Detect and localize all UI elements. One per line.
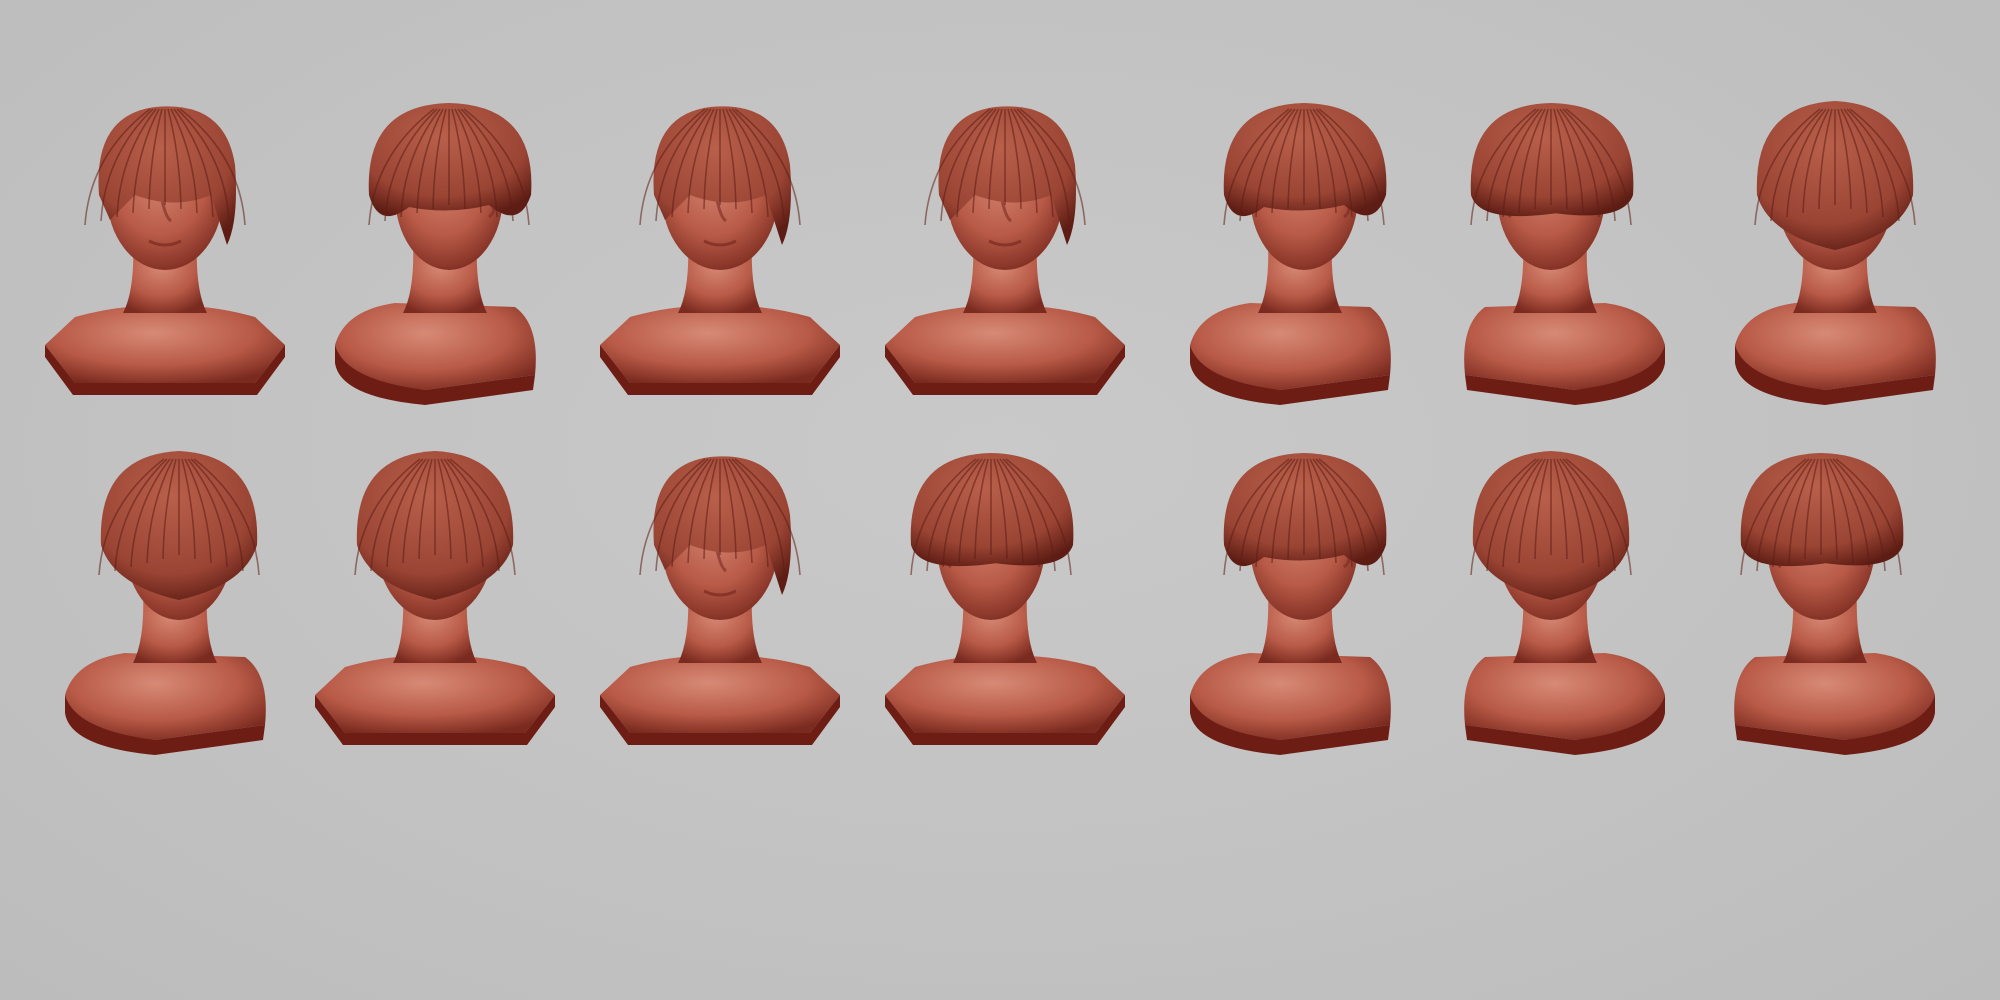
turnaround-sheet [0, 0, 2000, 1000]
bust-sculpt [45, 106, 285, 395]
bust-view [1160, 395, 1420, 795]
bust-view [1705, 395, 1965, 795]
bust-sculpt [1464, 103, 1665, 405]
bust-sculpt [885, 453, 1125, 745]
bust-sculpt [1190, 103, 1391, 405]
bust-shoulders [885, 306, 1125, 383]
bust-hair [1223, 453, 1387, 567]
bust-hair [1223, 103, 1387, 217]
bust-view [875, 395, 1135, 795]
bust-view [1435, 395, 1695, 795]
bust-view [1160, 45, 1420, 445]
bust-view [590, 45, 850, 445]
bust-view [875, 45, 1135, 445]
bust-view [305, 45, 565, 445]
bust-view [305, 395, 565, 795]
bust-sculpt [315, 451, 555, 745]
bust-shoulders [600, 306, 840, 383]
bust-sculpt [1464, 451, 1665, 755]
bust-shoulders [600, 656, 840, 733]
bust-shoulders [885, 656, 1125, 733]
bust-sculpt [65, 451, 266, 755]
bust-shoulders [315, 656, 555, 733]
bust-view [1705, 45, 1965, 445]
bust-shoulders [45, 306, 285, 383]
bust-sculpt [1190, 453, 1391, 755]
bust-view [35, 45, 295, 445]
bust-sculpt [600, 456, 840, 745]
bust-sculpt [1734, 453, 1935, 755]
bust-hair [1470, 103, 1634, 217]
bust-view [590, 395, 850, 795]
bust-hair [910, 453, 1074, 567]
bust-sculpt [335, 103, 536, 405]
bust-sculpt [885, 106, 1125, 395]
bust-view [35, 395, 295, 795]
bust-hair [368, 103, 532, 217]
bust-sculpt [1735, 101, 1936, 405]
bust-hair [1740, 453, 1904, 567]
bust-view [1435, 45, 1695, 445]
bust-sculpt [600, 106, 840, 395]
